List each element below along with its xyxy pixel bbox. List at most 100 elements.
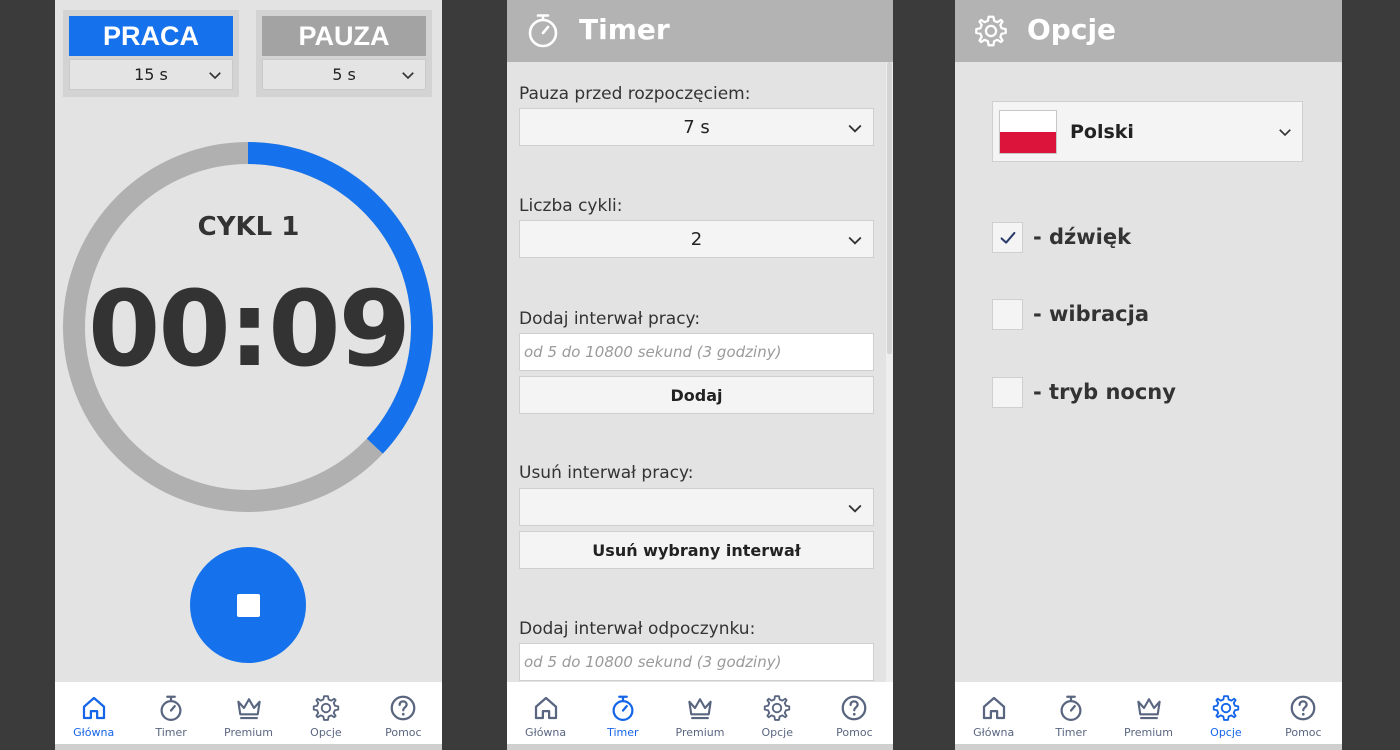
- bottom-strip: [55, 744, 442, 750]
- nav-item-gear[interactable]: Opcje: [1187, 682, 1264, 744]
- stop-icon: [237, 594, 260, 617]
- add-work-label: Dodaj interwał pracy:: [519, 309, 701, 329]
- checkmark-icon: [1000, 231, 1016, 244]
- crown-icon: [236, 698, 261, 720]
- timer-screen: Timer Pauza przed rozpoczęciem: 7 s Licz…: [507, 0, 893, 750]
- nav-label: Opcje: [310, 726, 342, 739]
- cycle-label: CYKL 1: [197, 212, 300, 242]
- nav-item-gear[interactable]: Opcje: [287, 682, 364, 744]
- nav-item-help[interactable]: Pomoc: [816, 682, 893, 744]
- nav-label: Główna: [73, 726, 115, 739]
- pause-mode-title[interactable]: PAUZA: [262, 16, 426, 56]
- nav-label: Opcje: [1210, 726, 1242, 739]
- nav-item-crown[interactable]: Premium: [210, 682, 287, 744]
- cycles-value: 2: [690, 228, 703, 250]
- nav-item-gear[interactable]: Opcje: [739, 682, 816, 744]
- nav-label: Premium: [224, 726, 273, 739]
- stop-button[interactable]: [190, 547, 306, 663]
- home-icon: [982, 696, 1005, 720]
- nav-item-home[interactable]: Główna: [507, 682, 584, 744]
- stopwatch-icon: [528, 14, 558, 48]
- nav-item-crown[interactable]: Premium: [661, 682, 738, 744]
- language-select[interactable]: Polski: [992, 101, 1303, 162]
- add-rest-input[interactable]: [519, 643, 874, 681]
- nav-item-home[interactable]: Główna: [955, 682, 1032, 744]
- page-title: Opcje: [1027, 13, 1117, 46]
- header: Opcje: [955, 0, 1342, 62]
- gear-icon: [312, 695, 340, 721]
- nav-item-stopwatch[interactable]: Timer: [1032, 682, 1109, 744]
- nav-label: Główna: [525, 726, 567, 739]
- work-mode-title[interactable]: PRACA: [69, 16, 233, 56]
- work-duration-value: 15 s: [134, 65, 168, 84]
- crown-icon: [688, 698, 712, 720]
- nav-item-stopwatch[interactable]: Timer: [132, 682, 209, 744]
- cycles-label: Liczba cykli:: [519, 196, 623, 216]
- pause-mode-box: PAUZA 5 s: [256, 10, 432, 97]
- bottom-strip: [955, 744, 1342, 750]
- chevron-down-icon: [402, 72, 414, 80]
- work-duration-select[interactable]: 15 s: [69, 59, 233, 90]
- bottom-nav: Główna Timer Premium Opcje Pomoc: [55, 682, 442, 744]
- work-mode-box: PRACA 15 s: [63, 10, 239, 97]
- sound-option[interactable]: - dźwięk: [992, 221, 1131, 253]
- remove-work-label: Usuń interwał pracy:: [519, 463, 694, 483]
- nav-label: Timer: [607, 726, 639, 739]
- sound-label: - dźwięk: [1033, 225, 1132, 249]
- pause-duration-value: 5 s: [332, 65, 356, 84]
- pause-duration-select[interactable]: 5 s: [262, 59, 426, 90]
- poland-flag-icon: [999, 110, 1057, 154]
- nav-label: Premium: [675, 726, 725, 739]
- vibration-label: - wibracja: [1033, 302, 1150, 326]
- bottom-nav: Główna Timer Premium Opcje Pomoc: [955, 682, 1342, 744]
- remove-work-select[interactable]: [519, 488, 874, 526]
- help-icon: [842, 695, 867, 721]
- home-icon: [82, 696, 105, 720]
- stopwatch-icon: [612, 695, 634, 721]
- gear-icon: [975, 15, 1007, 47]
- page-title: Timer: [579, 13, 670, 46]
- bottom-strip: [507, 744, 893, 750]
- nav-item-help[interactable]: Pomoc: [365, 682, 442, 744]
- cycles-select[interactable]: 2: [519, 220, 874, 258]
- flag-white-stripe: [1000, 111, 1056, 132]
- language-name: Polski: [1070, 121, 1134, 143]
- nav-item-stopwatch[interactable]: Timer: [584, 682, 661, 744]
- night-mode-option[interactable]: - tryb nocny: [992, 376, 1176, 408]
- flag-red-stripe: [1000, 132, 1056, 153]
- main-screen: PRACA 15 s PAUZA 5 s CYKL 1 00:09 Główna…: [55, 0, 442, 750]
- gear-icon: [764, 695, 791, 721]
- nav-label: Timer: [155, 726, 187, 739]
- sound-checkbox[interactable]: [992, 221, 1023, 253]
- add-work-input[interactable]: [519, 333, 874, 371]
- vibration-option[interactable]: - wibracja: [992, 298, 1149, 330]
- chevron-down-icon: [209, 72, 221, 80]
- remove-work-button[interactable]: Usuń wybrany interwał: [519, 531, 874, 569]
- chevron-down-icon: [848, 236, 862, 245]
- vibration-checkbox[interactable]: [992, 298, 1023, 330]
- nav-label: Pomoc: [836, 726, 873, 739]
- bottom-nav: Główna Timer Premium Opcje Pomoc: [507, 682, 893, 744]
- scrollbar-thumb[interactable]: [887, 62, 892, 354]
- pause-before-select[interactable]: 7 s: [519, 108, 874, 146]
- countdown-time: 00:09: [87, 268, 411, 390]
- add-rest-label: Dodaj interwał odpoczynku:: [519, 619, 756, 639]
- pause-before-label: Pauza przed rozpoczęciem:: [519, 84, 751, 104]
- nav-label: Premium: [1124, 726, 1173, 739]
- nav-item-home[interactable]: Główna: [55, 682, 132, 744]
- help-icon: [1290, 695, 1316, 721]
- crown-icon: [1136, 698, 1161, 720]
- add-work-button[interactable]: Dodaj: [519, 376, 874, 414]
- nav-label: Pomoc: [385, 726, 422, 739]
- nav-label: Opcje: [761, 726, 793, 739]
- nav-item-crown[interactable]: Premium: [1110, 682, 1187, 744]
- nav-label: Timer: [1055, 726, 1087, 739]
- nav-item-help[interactable]: Pomoc: [1265, 682, 1342, 744]
- chevron-down-icon: [848, 124, 862, 133]
- chevron-down-icon: [1279, 129, 1291, 137]
- header: Timer: [507, 0, 893, 62]
- nav-label: Główna: [973, 726, 1015, 739]
- stopwatch-icon: [1060, 695, 1082, 721]
- night-mode-checkbox[interactable]: [992, 376, 1023, 408]
- gear-icon: [1212, 695, 1240, 721]
